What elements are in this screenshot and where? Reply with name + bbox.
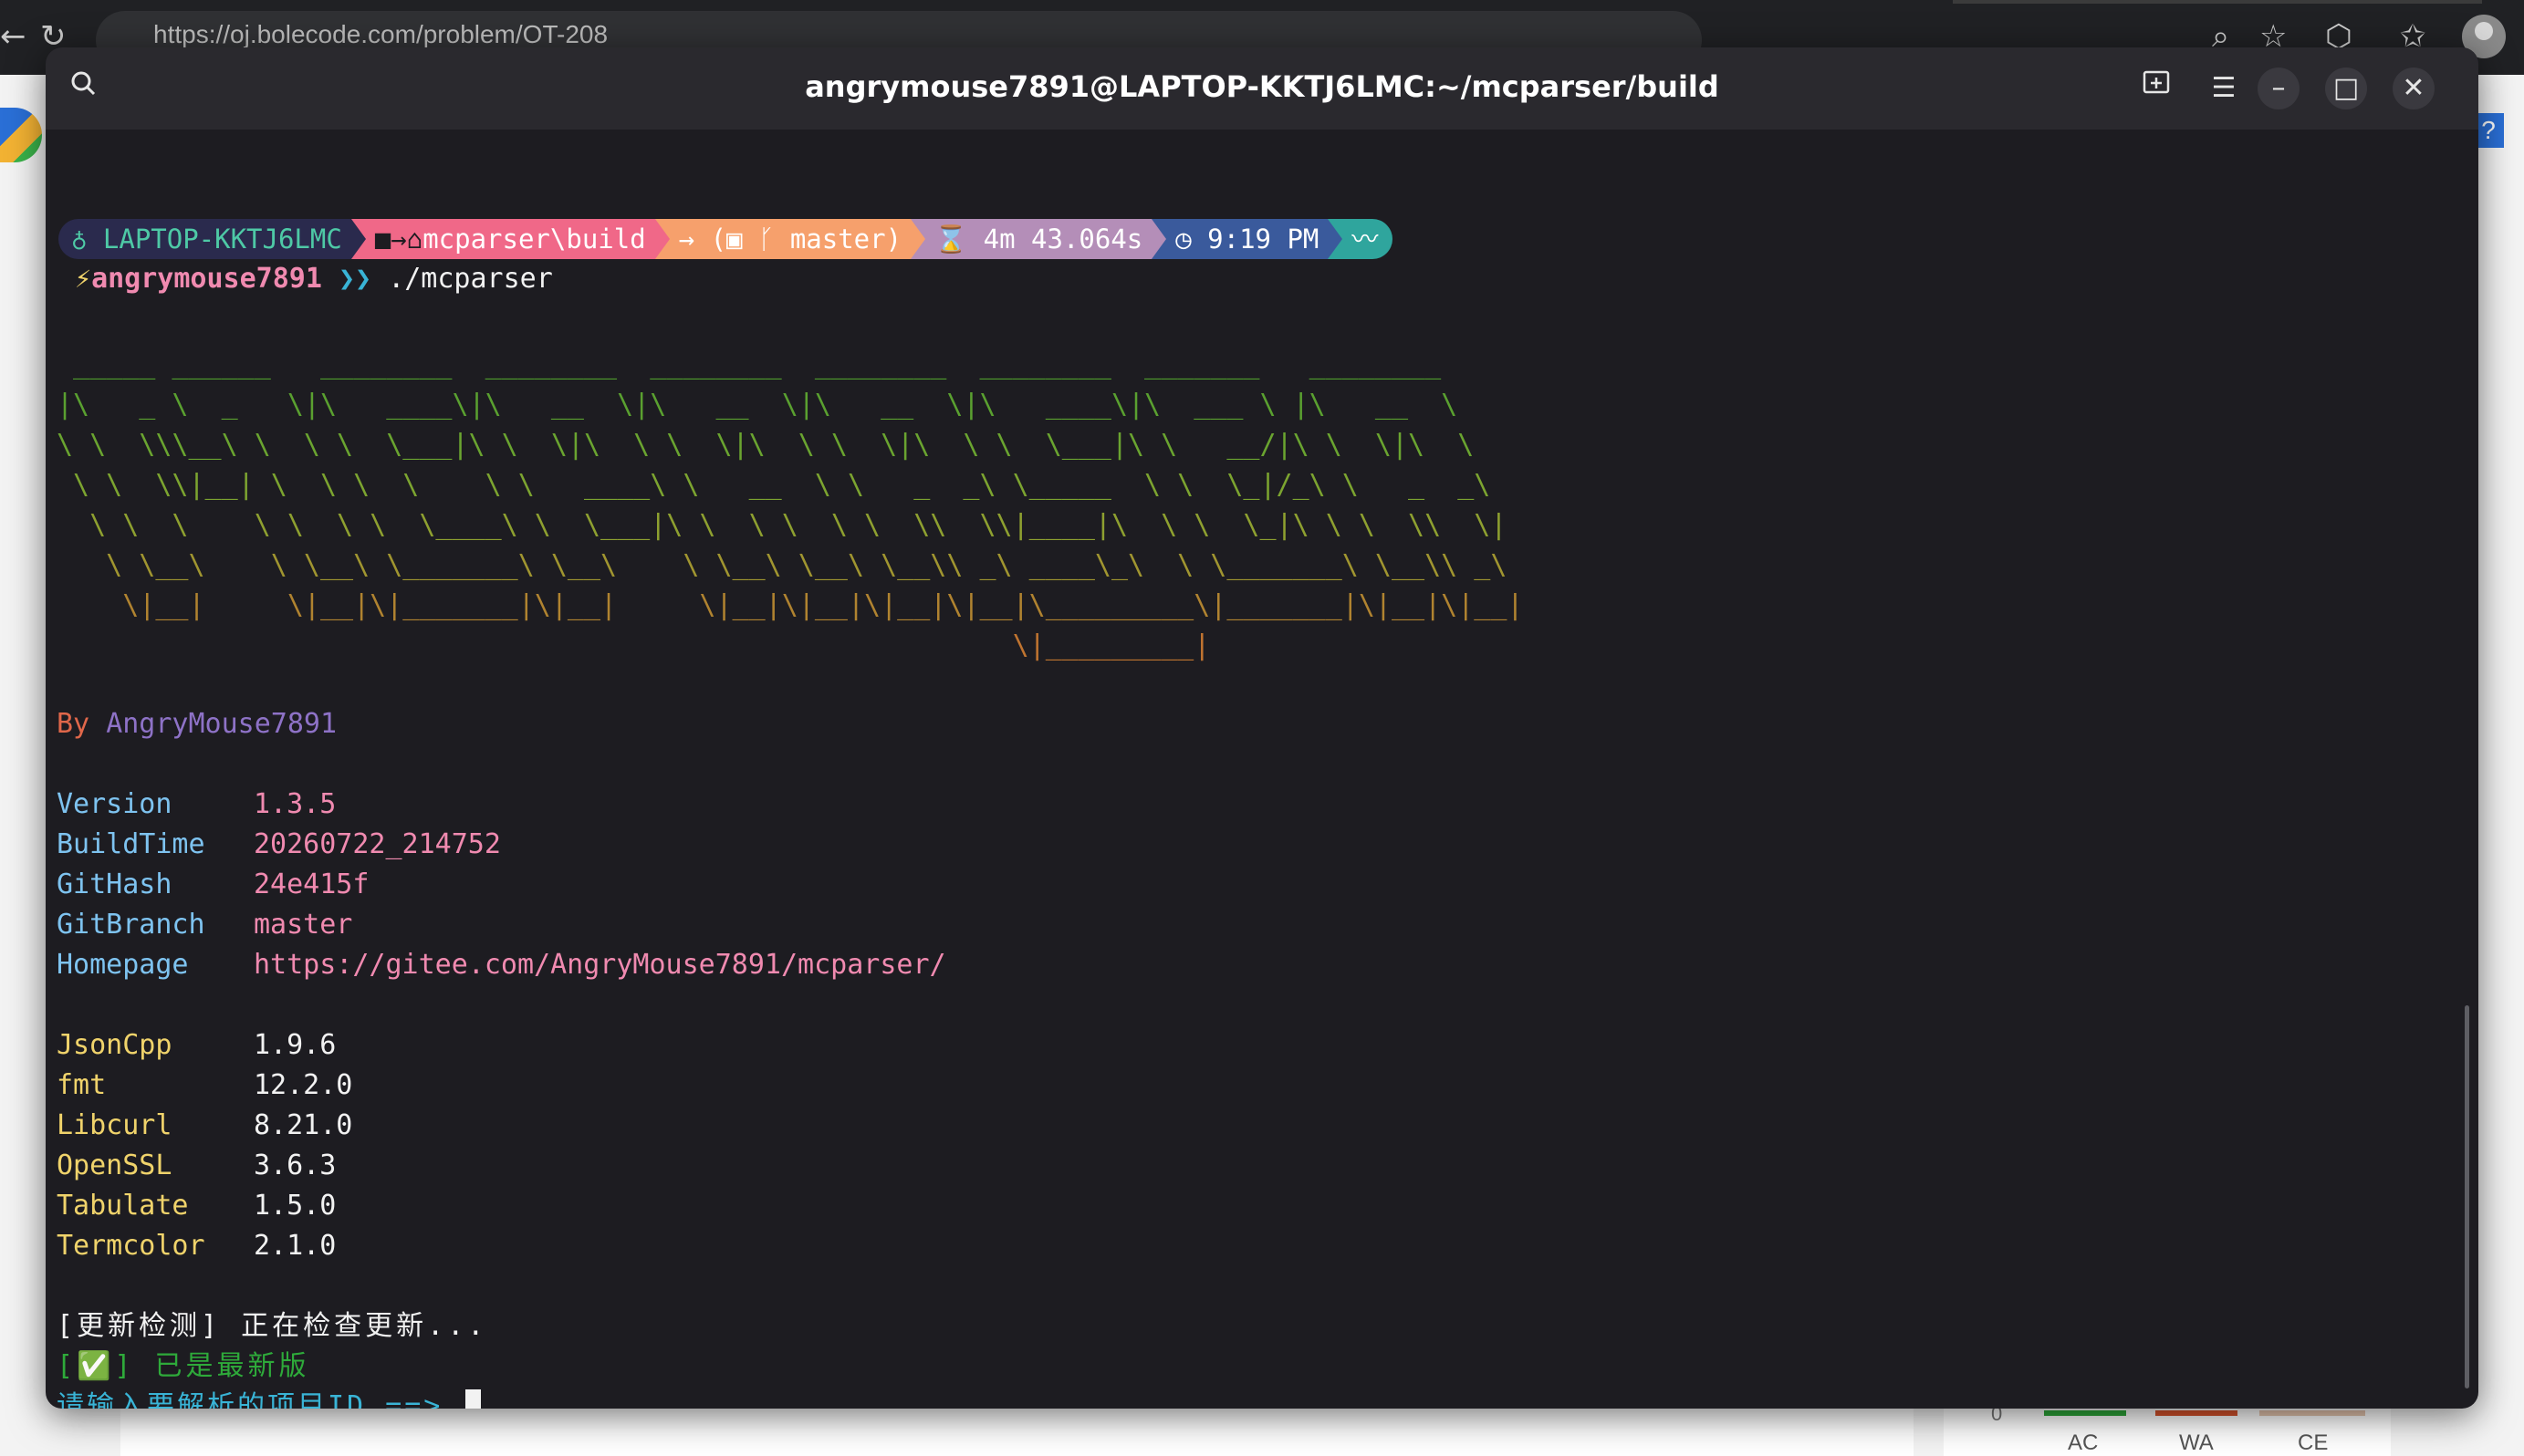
author-line: By AngryMouse7891: [57, 704, 337, 744]
info-key: BuildTime: [57, 828, 205, 860]
chart-label-ce: CE: [2298, 1430, 2329, 1455]
terminal-scrollbar[interactable]: [2465, 1005, 2469, 1388]
dep-value: 2.1.0: [254, 1230, 337, 1262]
prompt-user: angrymouse7891: [91, 263, 322, 295]
info-value: master: [254, 909, 353, 941]
minimize-button[interactable]: –: [2258, 68, 2300, 109]
text-cursor[interactable]: [465, 1388, 482, 1409]
ascii-art-line: \ \ \\\__\ \ \ \ \___|\ \ \|\ \ \ \|\ \ …: [57, 429, 1475, 461]
menu-icon[interactable]: ☰: [2203, 68, 2245, 109]
window-title: angrymouse7891@LAPTOP-KKTJ6LMC:~/mcparse…: [805, 69, 1719, 104]
prompt-clock: 9:19 PM: [1207, 224, 1319, 255]
dep-key: Tabulate: [57, 1190, 189, 1222]
input-prompt-line[interactable]: 请输入要解析的项目ID ==>: [57, 1387, 482, 1409]
input-prompt-text: 请输入要解析的项目ID ==>: [57, 1390, 463, 1409]
git-branch-icon: → (▣ ᚴ: [678, 224, 790, 255]
dep-value: 1.5.0: [254, 1190, 337, 1222]
back-icon[interactable]: ←: [0, 13, 26, 60]
prompt-chevron-icon: ❯❯: [321, 263, 389, 295]
info-value: 24e415f: [254, 868, 370, 900]
dep-key: Termcolor: [57, 1230, 205, 1262]
terminal-titlebar[interactable]: angrymouse7891@LAPTOP-KKTJ6LMC:~/mcparse…: [46, 47, 2478, 130]
new-tab-icon[interactable]: [2135, 68, 2177, 109]
info-value: 20260722_214752: [254, 828, 501, 860]
linux-icon: ♁: [71, 224, 103, 255]
chart-bar-wa: [2155, 1410, 2237, 1416]
chart-label-ac: AC: [2068, 1430, 2099, 1455]
dep-value: 3.6.3: [254, 1149, 337, 1181]
ascii-art-line: \ \ \ \ \ \ \ \____\ \ \___|\ \ \ \ \ \ …: [57, 509, 1507, 541]
prompt-duration: 4m 43.064s: [983, 224, 1143, 255]
clock-icon: ◷: [1175, 224, 1208, 255]
pulse-icon: 〰: [1342, 219, 1393, 259]
ascii-art-line: \ \__\ \ \__\ \_______\ \__\ \ \__\ \__\…: [57, 549, 1507, 581]
command-line: ⚡angrymouse7891 ❯❯ ./mcparser: [75, 259, 553, 299]
segment-separator: [350, 219, 366, 259]
close-button[interactable]: ✕: [2393, 68, 2435, 109]
address-url[interactable]: https://oj.bolecode.com/problem/OT-208: [153, 20, 608, 49]
dep-key: JsonCpp: [57, 1029, 172, 1061]
lightning-icon: ⚡: [75, 263, 92, 295]
author-prefix: By: [57, 708, 107, 740]
terminal-window[interactable]: angrymouse7891@LAPTOP-KKTJ6LMC:~/mcparse…: [46, 47, 2478, 1409]
prompt-clock-segment: ◷ 9:19 PM: [1166, 219, 1329, 259]
update-checking-text: [更新检测] 正在检查更新...: [57, 1310, 488, 1342]
shell-prompt: ♁ LAPTOP-KKTJ6LMC ■→⌂mcparser\build → (▣…: [58, 219, 1393, 259]
site-logo: [0, 108, 42, 162]
ascii-art-line: \ \ \\|__| \ \ \ \ \ \ ____\ \ __ \ \ _ …: [57, 469, 1491, 501]
dep-value: 12.2.0: [254, 1069, 353, 1101]
prompt-duration-segment: ⌛ 4m 43.064s: [925, 219, 1152, 259]
ascii-art-line: _____ ______ ________ ________ ________ …: [57, 348, 1442, 380]
browser-tab-strip: [1953, 0, 2482, 4]
chart-label-wa: WA: [2179, 1430, 2214, 1455]
info-key: GitBranch: [57, 909, 205, 941]
info-value: 1.3.5: [254, 788, 337, 820]
prompt-host-segment: ♁ LAPTOP-KKTJ6LMC: [58, 219, 351, 259]
segment-separator: [654, 219, 670, 259]
prompt-path: mcparser\build: [422, 224, 646, 255]
info-key: Homepage: [57, 949, 189, 981]
ascii-art-line: \|_________|: [57, 629, 1211, 661]
prompt-branch: master: [789, 224, 886, 255]
folder-icon: ■→⌂: [374, 224, 423, 255]
author-name: AngryMouse7891: [106, 708, 338, 740]
ascii-art-line: |\ _ \ _ \|\ ____\|\ __ \|\ __ \|\ __ \|…: [57, 389, 1458, 421]
chart-bar-ac: [2044, 1410, 2126, 1416]
chart-bar-ce: [2259, 1410, 2365, 1416]
prompt-git-segment: → (▣ ᚴ master): [669, 219, 912, 259]
info-key: Version: [57, 788, 172, 820]
dep-key: OpenSSL: [57, 1149, 172, 1181]
segment-separator: [1328, 219, 1343, 259]
homepage-link[interactable]: https://gitee.com/AngryMouse7891/mcparse…: [254, 945, 946, 985]
update-latest-text: [✅] 已是最新版: [57, 1350, 310, 1382]
segment-separator: [911, 219, 926, 259]
dep-key: fmt: [57, 1069, 107, 1101]
dep-value: 8.21.0: [254, 1109, 353, 1141]
dep-key: Libcurl: [57, 1109, 172, 1141]
timer-icon: ⌛: [934, 224, 984, 255]
info-key: GitHash: [57, 868, 172, 900]
segment-separator: [1152, 219, 1167, 259]
ascii-art-line: \|__| \|__|\|_______|\|__| \|__|\|__|\|_…: [57, 589, 1524, 621]
prompt-host: LAPTOP-KKTJ6LMC: [102, 224, 342, 255]
prompt-path-segment: ■→⌂mcparser\build: [365, 219, 655, 259]
command-text: ./mcparser: [388, 263, 553, 295]
dep-value: 1.9.6: [254, 1029, 337, 1061]
maximize-button[interactable]: □: [2325, 68, 2367, 109]
